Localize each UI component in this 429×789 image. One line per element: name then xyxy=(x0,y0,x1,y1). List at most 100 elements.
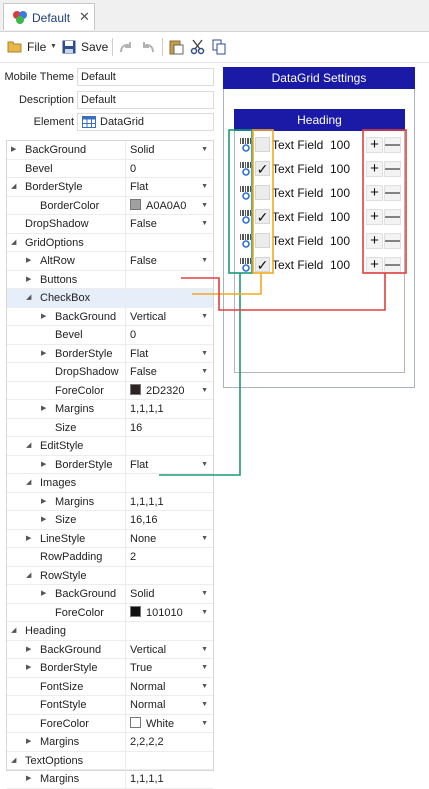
property-value[interactable]: False ▼ xyxy=(125,252,213,270)
remove-button[interactable]: — xyxy=(384,257,401,273)
remove-button[interactable]: — xyxy=(384,233,401,249)
property-value[interactable] xyxy=(125,474,213,492)
property-row[interactable]: Size 16 xyxy=(7,418,213,437)
collapse-arrow-icon[interactable]: ▶ xyxy=(41,460,46,468)
mobile-theme-field[interactable]: Default xyxy=(77,68,214,86)
property-row[interactable]: ▶ Margins 1,1,1,1 xyxy=(7,492,213,511)
property-row[interactable]: ◢ GridOptions xyxy=(7,233,213,252)
remove-button[interactable]: — xyxy=(384,209,401,225)
property-row[interactable]: BorderColor A0A0A0 ▼ xyxy=(7,196,213,216)
element-field[interactable]: DataGrid xyxy=(77,113,214,131)
property-value[interactable]: Normal ▼ xyxy=(125,677,213,697)
close-icon[interactable]: ✕ xyxy=(79,9,90,25)
property-row[interactable]: RowPadding 2 xyxy=(7,548,213,567)
add-button[interactable]: + xyxy=(366,137,383,153)
property-value[interactable]: 1,1,1,1 xyxy=(125,400,213,418)
datagrid-row[interactable]: ✓ Text Field 100 + — xyxy=(234,159,405,179)
dropdown-arrow-icon[interactable]: ▼ xyxy=(201,308,208,327)
property-value[interactable]: 2D2320 ▼ xyxy=(125,381,213,399)
collapse-arrow-icon[interactable]: ▶ xyxy=(26,737,31,745)
redo-icon[interactable] xyxy=(118,40,134,54)
property-row[interactable]: ▶ BorderStyle Flat ▼ xyxy=(7,455,213,475)
property-value[interactable]: Vertical ▼ xyxy=(125,307,213,327)
collapse-arrow-icon[interactable]: ▶ xyxy=(26,256,31,264)
dropdown-arrow-icon[interactable]: ▼ xyxy=(201,252,208,271)
property-value[interactable] xyxy=(125,270,213,288)
copy-icon[interactable] xyxy=(212,39,227,55)
property-row[interactable]: ▶ BorderStyle Flat ▼ xyxy=(7,344,213,364)
add-button[interactable]: + xyxy=(366,257,383,273)
property-value[interactable] xyxy=(125,566,213,584)
dropdown-arrow-icon[interactable]: ▼ xyxy=(201,678,208,697)
expand-arrow-icon[interactable]: ◢ xyxy=(26,478,31,486)
property-row[interactable]: ◢ TextOptions xyxy=(7,751,213,770)
expand-arrow-icon[interactable]: ◢ xyxy=(11,182,16,190)
property-value[interactable]: Flat ▼ xyxy=(125,455,213,475)
save-button[interactable]: Save xyxy=(62,38,108,56)
property-value[interactable] xyxy=(125,622,213,640)
dropdown-arrow-icon[interactable]: ▼ xyxy=(201,530,208,549)
add-button[interactable]: + xyxy=(366,233,383,249)
property-value[interactable]: False ▼ xyxy=(125,215,213,233)
property-row[interactable]: ◢ RowStyle xyxy=(7,566,213,585)
property-row[interactable]: ◢ EditStyle xyxy=(7,437,213,456)
property-value[interactable]: 1,1,1,1 xyxy=(125,770,213,788)
dropdown-arrow-icon[interactable]: ▼ xyxy=(201,456,208,475)
property-value[interactable]: 16 xyxy=(125,418,213,436)
undo-icon[interactable] xyxy=(140,40,156,54)
property-row[interactable]: ▶ LineStyle None ▼ xyxy=(7,529,213,549)
dropdown-arrow-icon[interactable]: ▼ xyxy=(201,659,208,678)
property-value[interactable]: 101010 ▼ xyxy=(125,603,213,623)
dropdown-arrow-icon[interactable]: ▼ xyxy=(201,141,208,160)
collapse-arrow-icon[interactable]: ▶ xyxy=(41,312,46,320)
dropdown-arrow-icon[interactable]: ▼ xyxy=(201,197,208,216)
property-value[interactable]: 1,1,1,1 xyxy=(125,492,213,510)
dropdown-arrow-icon[interactable]: ▼ xyxy=(201,585,208,604)
datagrid-row[interactable]: ✓ Text Field 100 + — xyxy=(234,207,405,227)
property-value[interactable]: None ▼ xyxy=(125,529,213,549)
property-value[interactable]: True ▼ xyxy=(125,659,213,677)
property-value[interactable]: Vertical ▼ xyxy=(125,640,213,658)
row-checkbox[interactable]: ✓ xyxy=(255,161,270,176)
property-row[interactable]: FontSize Normal ▼ xyxy=(7,677,213,697)
property-row[interactable]: ◢ CheckBox xyxy=(7,289,213,308)
collapse-arrow-icon[interactable]: ▶ xyxy=(26,645,31,653)
dropdown-arrow-icon[interactable]: ▼ xyxy=(201,345,208,364)
dropdown-arrow-icon[interactable]: ▼ xyxy=(201,215,208,234)
property-row[interactable]: Bevel 0 xyxy=(7,159,213,178)
add-button[interactable]: + xyxy=(366,209,383,225)
property-value[interactable]: A0A0A0 ▼ xyxy=(125,196,213,216)
property-row[interactable]: ▶ Margins 1,1,1,1 xyxy=(7,400,213,419)
expand-arrow-icon[interactable]: ◢ xyxy=(26,293,31,301)
cut-icon[interactable] xyxy=(190,39,205,55)
property-value[interactable]: Flat ▼ xyxy=(125,344,213,364)
property-row[interactable]: DropShadow False ▼ xyxy=(7,215,213,234)
property-row[interactable]: ForeColor White ▼ xyxy=(7,714,213,733)
property-row[interactable]: ▶ BorderStyle True ▼ xyxy=(7,659,213,678)
property-row[interactable]: ForeColor 101010 ▼ xyxy=(7,603,213,623)
row-checkbox[interactable] xyxy=(255,233,270,248)
property-row[interactable]: ◢ Heading xyxy=(7,622,213,641)
add-button[interactable]: + xyxy=(366,185,383,201)
dropdown-arrow-icon[interactable]: ▼ xyxy=(201,363,208,382)
property-row[interactable]: ▶ Buttons xyxy=(7,270,213,289)
expand-arrow-icon[interactable]: ◢ xyxy=(11,626,16,634)
collapse-arrow-icon[interactable]: ▶ xyxy=(26,275,31,283)
remove-button[interactable]: — xyxy=(384,185,401,201)
dropdown-arrow-icon[interactable]: ▼ xyxy=(201,178,208,197)
property-value[interactable]: 0 xyxy=(125,326,213,344)
remove-button[interactable]: — xyxy=(384,137,401,153)
property-value[interactable]: 16,16 xyxy=(125,511,213,529)
expand-arrow-icon[interactable]: ◢ xyxy=(11,238,16,246)
collapse-arrow-icon[interactable]: ▶ xyxy=(26,534,31,542)
collapse-arrow-icon[interactable]: ▶ xyxy=(11,145,16,153)
property-row[interactable]: ForeColor 2D2320 ▼ xyxy=(7,381,213,400)
property-value[interactable] xyxy=(125,289,213,307)
property-row[interactable]: ▶ Margins 1,1,1,1 xyxy=(7,770,213,789)
dropdown-arrow-icon[interactable]: ▼ xyxy=(201,604,208,623)
collapse-arrow-icon[interactable]: ▶ xyxy=(41,404,46,412)
property-row[interactable]: ▶ BackGround Solid ▼ xyxy=(7,585,213,604)
collapse-arrow-icon[interactable]: ▶ xyxy=(41,349,46,357)
property-value[interactable] xyxy=(125,233,213,251)
property-row[interactable]: Bevel 0 xyxy=(7,326,213,345)
